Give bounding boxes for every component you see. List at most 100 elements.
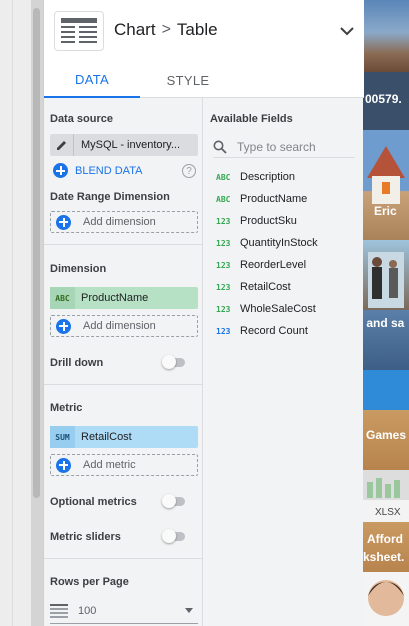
breadcrumb-separator: > <box>161 21 171 38</box>
add-metric-button[interactable]: Add metric <box>50 454 198 476</box>
portrait-photo <box>368 580 404 616</box>
background-tile: 00579. <box>363 72 409 130</box>
chevron-down-icon[interactable] <box>336 20 358 42</box>
metric-chip-label: RetailCost <box>81 431 132 443</box>
rows-per-page-value: 100 <box>78 604 97 617</box>
field-name: ProductSku <box>240 215 297 227</box>
section-divider <box>44 558 203 559</box>
background-tile <box>363 572 409 626</box>
report-canvas[interactable] <box>0 0 31 626</box>
tab-style[interactable]: STYLE <box>140 62 236 98</box>
tile-caption: : and sa <box>363 316 405 330</box>
data-source-heading: Data source <box>50 113 113 125</box>
field-name: Record Count <box>240 325 308 337</box>
toggle-knob <box>162 529 176 543</box>
field-item-retailcost[interactable]: 123 RetailCost <box>216 278 291 296</box>
field-item-reorderlevel[interactable]: 123 ReorderLevel <box>216 256 306 274</box>
field-search-input[interactable] <box>237 139 347 154</box>
rows-per-page-label: Rows per Page <box>50 576 129 588</box>
optional-metrics-toggle[interactable] <box>162 494 186 508</box>
panel-tabs: DATA STYLE <box>44 62 364 98</box>
field-item-wholesalecost[interactable]: 123 WholeSaleCost <box>216 300 316 318</box>
people-photo <box>368 252 404 308</box>
background-tile: XLSX <box>363 470 409 522</box>
background-content: 00579. Eric : and sa Games XLSX Afford k… <box>363 0 409 626</box>
field-item-quantityinstock[interactable]: 123 QuantityInStock <box>216 234 318 252</box>
number-type-icon: 123 <box>216 238 231 248</box>
metric-sliders-label: Metric sliders <box>50 531 121 543</box>
field-name: WholeSaleCost <box>240 303 316 315</box>
rows-list-icon <box>50 603 68 618</box>
metric-sliders-toggle[interactable] <box>162 529 186 543</box>
app-frame: 00579. Eric : and sa Games XLSX Afford k… <box>0 0 409 626</box>
background-tile: Afford ksheet. <box>363 522 409 572</box>
tile-caption: XLSX <box>375 507 401 518</box>
plus-circle-icon <box>56 457 71 473</box>
data-source-selector[interactable]: MySQL - inventory... <box>50 134 198 156</box>
add-dimension-label: Add dimension <box>83 320 156 332</box>
chevron-down-glyph <box>340 27 354 36</box>
data-source-name: MySQL - inventory... <box>81 139 181 151</box>
number-type-icon: 123 <box>216 304 231 314</box>
text-type-icon: ABC <box>216 172 231 182</box>
add-date-range-dimension[interactable]: Add dimension <box>50 211 198 233</box>
dimension-chip-label: ProductName <box>81 292 149 304</box>
pencil-icon[interactable] <box>50 134 74 156</box>
rows-per-page-select[interactable]: 100 <box>50 598 198 624</box>
metric-chip[interactable]: SUM RetailCost <box>50 426 198 448</box>
field-name: QuantityInStock <box>240 237 318 249</box>
field-item-description[interactable]: ABC Description <box>216 168 295 186</box>
caret-down-icon <box>185 608 193 613</box>
drill-down-toggle[interactable] <box>162 355 186 369</box>
tile-caption: 00579. <box>365 92 402 106</box>
tile-caption: Eric <box>374 204 397 218</box>
metric-heading: Metric <box>50 402 83 414</box>
field-name: RetailCost <box>240 281 291 293</box>
tile-caption: Games <box>366 428 407 442</box>
field-item-productname[interactable]: ABC ProductName <box>216 190 307 208</box>
add-dimension-button[interactable]: Add dimension <box>50 315 198 337</box>
plus-circle-icon <box>53 163 68 178</box>
dimension-chip[interactable]: ABC ProductName <box>50 287 198 309</box>
house-illustration <box>367 146 405 204</box>
plus-circle-icon <box>56 214 71 230</box>
date-range-heading: Date Range Dimension <box>50 191 170 203</box>
tab-data[interactable]: DATA <box>44 62 140 98</box>
available-fields-column: Available Fields ABC Description ABC Pro… <box>204 98 364 626</box>
tile-caption: Afford <box>367 532 403 546</box>
field-name: ProductName <box>240 193 308 205</box>
panel-title: Chart > Table <box>114 20 218 40</box>
number-type-icon: 123 <box>216 326 231 336</box>
blend-data-button[interactable]: BLEND DATA <box>53 163 142 178</box>
toggle-knob <box>162 355 176 369</box>
data-config-column: Data source MySQL - inventory... BLEND D… <box>44 98 203 626</box>
section-divider <box>44 384 203 385</box>
field-item-productsku[interactable]: 123 ProductSku <box>216 212 297 230</box>
add-dimension-label: Add dimension <box>83 216 156 228</box>
help-circle-icon[interactable]: ? <box>182 164 196 178</box>
background-tile <box>363 370 409 410</box>
number-type-icon: 123 <box>216 260 231 270</box>
plus-circle-icon <box>56 318 71 334</box>
pencil-glyph <box>56 141 66 150</box>
available-fields-heading: Available Fields <box>210 113 293 125</box>
sum-aggregation-icon: SUM <box>50 426 75 448</box>
search-icon <box>213 140 227 154</box>
toggle-knob <box>162 494 176 508</box>
dimension-heading: Dimension <box>50 263 107 275</box>
table-chart-glyph <box>61 18 97 43</box>
field-search <box>213 136 355 158</box>
background-tile: Games <box>363 410 409 470</box>
number-type-icon: 123 <box>216 282 231 292</box>
properties-panel: Chart > Table DATA STYLE Data source MyS… <box>43 0 364 626</box>
tile-caption: ksheet. <box>363 550 405 564</box>
component-type-label: Table <box>176 20 218 39</box>
field-item-record-count[interactable]: 123 Record Count <box>216 322 308 340</box>
table-chart-icon[interactable] <box>54 11 104 51</box>
optional-metrics-label: Optional metrics <box>50 496 137 508</box>
background-tile <box>363 240 409 310</box>
text-type-icon: ABC <box>216 194 231 204</box>
add-metric-label: Add metric <box>83 459 136 471</box>
scrollbar-thumb[interactable] <box>33 8 40 498</box>
number-type-icon: 123 <box>216 216 231 226</box>
